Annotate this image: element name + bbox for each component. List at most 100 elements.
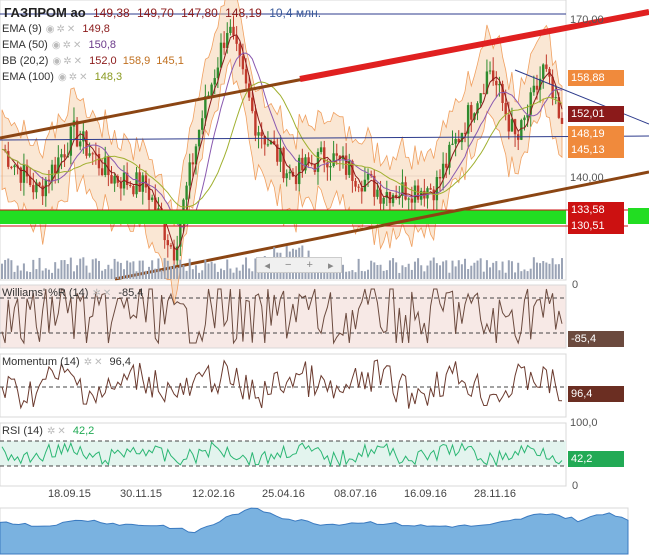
zoom-in-icon[interactable]: + <box>307 259 313 271</box>
volume-bar <box>420 265 423 279</box>
gear-icon[interactable]: ✲ <box>84 357 92 368</box>
rsi-axis-bottom: 0 <box>572 480 579 492</box>
volume-bar <box>539 263 542 279</box>
volume-bar <box>163 258 166 279</box>
badge-last-price: 148,19 <box>568 126 624 142</box>
volume-bar <box>110 268 113 279</box>
candle-body <box>213 78 216 85</box>
eye-icon[interactable]: ◉ <box>52 40 61 51</box>
candle-body <box>79 141 82 147</box>
volume-bar <box>94 258 97 279</box>
indicator-ema50[interactable]: EMA (50) ◉ ✲ ✕ 150,8 <box>2 39 116 51</box>
volume-bar <box>385 270 388 279</box>
candle-body <box>545 64 548 69</box>
gear-icon[interactable]: ✲ <box>69 72 77 83</box>
volume-bar <box>476 260 479 279</box>
volume-bar <box>517 262 520 279</box>
volume-bar <box>144 270 147 279</box>
volume-bar <box>101 270 104 279</box>
candle-body <box>257 132 260 136</box>
candle-body <box>110 175 113 184</box>
close-icon[interactable]: ✕ <box>73 40 81 51</box>
volume-bar <box>166 260 169 279</box>
chart-navigator[interactable]: ◂ − + ▸ <box>256 257 342 273</box>
volume-bar <box>219 268 222 279</box>
volume-bar <box>367 269 370 279</box>
volume-bar <box>188 258 191 279</box>
candle-body <box>285 173 288 179</box>
eye-icon[interactable]: ◉ <box>53 56 62 67</box>
volume-bar <box>561 258 563 279</box>
volume-bar <box>426 265 429 279</box>
candle-body <box>360 187 363 192</box>
zoom-out-icon[interactable]: − <box>285 259 291 271</box>
indicator-ema100[interactable]: EMA (100) ◉ ✲ ✕ 148,3 <box>2 71 122 83</box>
volume-bar <box>132 261 135 279</box>
volume-bar <box>504 272 507 279</box>
candle-body <box>391 194 395 204</box>
panel-rsi-header[interactable]: RSI (14) ✲ ✕ 42,2 <box>2 425 94 437</box>
volume-bar <box>351 270 354 279</box>
volume-bar <box>104 269 107 279</box>
volume-bar <box>126 260 129 279</box>
volume-bar <box>207 263 210 279</box>
bb-value-2: 158,9 <box>122 55 151 67</box>
high-price: 149,70 <box>137 6 174 20</box>
ema50-value: 150,8 <box>88 39 117 51</box>
close-icon[interactable]: ✕ <box>67 24 75 35</box>
volume-bar <box>392 258 395 279</box>
candle-body <box>210 84 213 96</box>
candle-body <box>532 85 536 93</box>
panel-momentum-header[interactable]: Momentum (14) ✲ ✕ 96,4 <box>2 356 131 368</box>
volume-bar <box>198 272 201 279</box>
close-icon[interactable]: ✕ <box>103 288 111 299</box>
indicator-bb[interactable]: BB (20,2) ◉ ✲ ✕ 152,0 158,9 145,1 <box>2 55 184 67</box>
volume-bar <box>191 269 194 279</box>
close-icon[interactable]: ✕ <box>57 426 65 437</box>
volume-bar <box>138 260 141 279</box>
volume-bar <box>413 261 416 279</box>
volume-bar <box>169 266 172 279</box>
volume-bar <box>91 259 94 279</box>
panel-williams-header[interactable]: Williams' %R (14) ✲ ✕ -85,4 <box>2 287 143 299</box>
volume-bar <box>529 268 532 279</box>
bb-value-1: 152,0 <box>89 55 117 67</box>
candle-body <box>88 153 91 156</box>
scroll-left-icon[interactable]: ◂ <box>265 259 271 272</box>
candle-body <box>107 156 110 176</box>
bb-label: BB (20,2) <box>2 55 49 67</box>
gear-icon[interactable]: ✲ <box>47 426 55 437</box>
volume-bar <box>232 272 235 279</box>
candle-body <box>404 182 407 200</box>
close-icon[interactable]: ✕ <box>79 72 87 83</box>
rsi-label: RSI (14) <box>2 425 43 437</box>
williams-value: -85,4 <box>118 287 144 299</box>
stock-chart[interactable] <box>0 0 649 556</box>
candle-body <box>32 185 35 193</box>
eye-icon[interactable]: ◉ <box>58 72 67 83</box>
volume-bar <box>370 260 373 279</box>
gear-icon[interactable]: ✲ <box>63 40 71 51</box>
williams-axis-top: 0 <box>572 279 579 291</box>
rsi-badge: 42,2 <box>568 451 624 467</box>
volume-bar <box>123 269 126 279</box>
volume-bar <box>514 272 517 279</box>
volume-bar <box>410 269 413 279</box>
candle-body <box>132 185 135 195</box>
volume-bar <box>10 260 13 279</box>
close-icon[interactable]: ✕ <box>94 357 102 368</box>
scroll-right-icon[interactable]: ▸ <box>328 259 334 272</box>
gear-icon[interactable]: ✲ <box>63 56 71 67</box>
volume-bar <box>97 260 100 279</box>
close-icon[interactable]: ✕ <box>74 56 82 67</box>
candle-body <box>479 93 482 104</box>
candle-body <box>329 166 332 168</box>
volume-bar <box>116 261 119 279</box>
gear-icon[interactable]: ✲ <box>93 288 101 299</box>
volume-bar <box>229 268 232 279</box>
gear-icon[interactable]: ✲ <box>57 24 65 35</box>
eye-icon[interactable]: ◉ <box>46 24 55 35</box>
candle-body <box>454 139 457 144</box>
volume-bar <box>4 259 7 279</box>
indicator-ema9[interactable]: EMA (9) ◉ ✲ ✕ 149,8 <box>2 23 110 35</box>
